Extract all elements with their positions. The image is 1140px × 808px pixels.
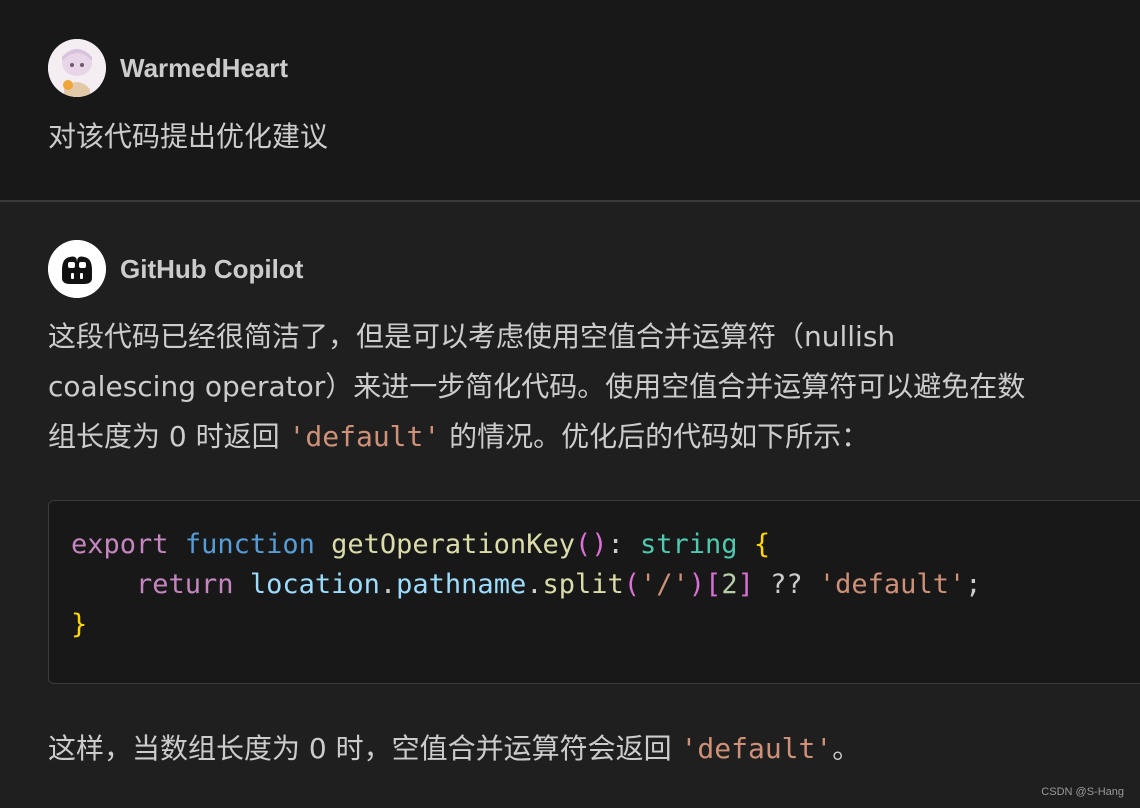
code-location: location (249, 569, 380, 600)
code-bracket-open: [ (705, 569, 722, 600)
copilot-avatar[interactable] (48, 240, 106, 298)
user-message-block: WarmedHeart 对该代码提出优化建议 (0, 0, 1140, 200)
assistant-intro: 这段代码已经很简洁了，但是可以考虑使用空值合并运算符（nullish coale… (48, 312, 1128, 462)
code-semicolon: ; (965, 569, 982, 600)
code-function: function (184, 529, 315, 560)
assistant-name: GitHub Copilot (120, 253, 304, 284)
watermark: CSDN @S-Hang (1041, 786, 1124, 798)
code-index: 2 (721, 569, 738, 600)
code-pathname: pathname (396, 569, 527, 600)
code-line-2: return location.pathname.split('/')[2] ?… (71, 569, 981, 600)
code-nullish-op: ?? (770, 569, 803, 600)
code-bracket-close: ] (737, 569, 754, 600)
intro-line-1: 这段代码已经很简洁了，但是可以考虑使用空值合并运算符（nullish (48, 320, 896, 353)
inline-code-default: 'default' (288, 420, 441, 453)
assistant-outro: 这样，当数组长度为 0 时，空值合并运算符会返回 'default'。 (48, 724, 860, 774)
intro-line-2: coalescing operator）来进一步简化代码。使用空值合并运算符可以… (48, 370, 1026, 403)
outro-post: 。 (832, 732, 861, 765)
assistant-message-block: GitHub Copilot 这段代码已经很简洁了，但是可以考虑使用空值合并运算… (0, 202, 1140, 808)
code-block[interactable]: export function getOperationKey(): strin… (48, 500, 1140, 684)
code-open-brace: { (753, 529, 771, 560)
user-header: WarmedHeart (48, 39, 288, 97)
code-fn-name: getOperationKey (331, 529, 575, 560)
code-dot-2: . (526, 569, 543, 600)
user-name: WarmedHeart (120, 52, 289, 83)
code-close-brace: } (71, 609, 88, 640)
code-type: string (640, 529, 738, 560)
intro-line-3-pre: 组长度为 0 时返回 (48, 420, 289, 453)
code-line-1: export function getOperationKey(): strin… (71, 529, 770, 560)
code-dot-1: . (379, 569, 397, 600)
outro-pre: 这样，当数组长度为 0 时，空值合并运算符会返回 (48, 732, 681, 765)
avatar-image-icon (48, 39, 106, 97)
code-line-3: } (71, 609, 87, 640)
intro-line-3: 组长度为 0 时返回 'default' 的情况。优化后的代码如下所示： (48, 412, 1128, 462)
code-paren-open: ( (623, 569, 641, 600)
code-export: export (71, 529, 169, 560)
outro-inline-code: 'default' (680, 732, 833, 765)
intro-line-3-post: 的情况。优化后的代码如下所示： (440, 420, 870, 453)
code-default-string: 'default' (818, 569, 966, 600)
code-return: return (136, 569, 234, 600)
code-paren-close: ) (688, 569, 706, 600)
code-split: split (542, 569, 624, 600)
code-colon: : (607, 529, 624, 560)
user-message: 对该代码提出优化建议 (48, 120, 329, 153)
code-parens: () (574, 529, 608, 560)
copilot-icon (48, 240, 106, 298)
user-avatar[interactable] (48, 39, 106, 97)
assistant-header: GitHub Copilot (48, 240, 303, 298)
code-split-arg: '/' (640, 569, 689, 600)
